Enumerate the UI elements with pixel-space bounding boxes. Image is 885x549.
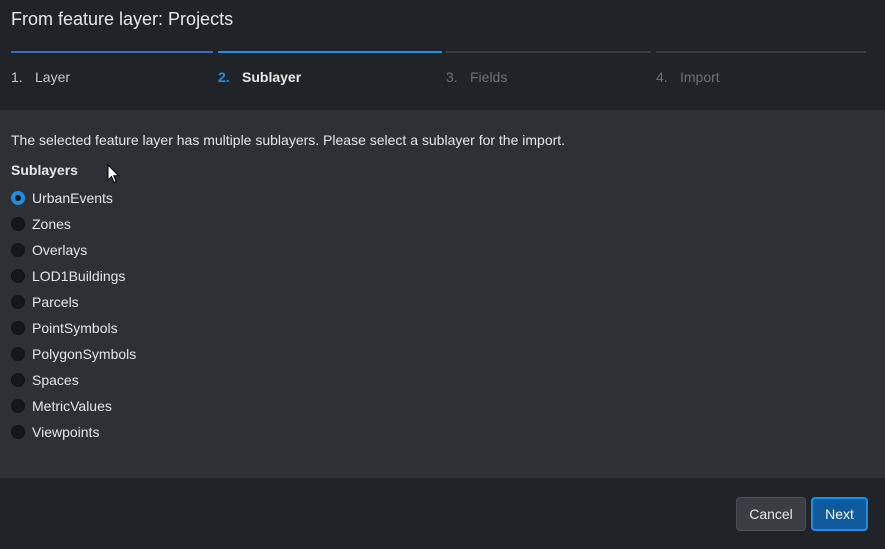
radio-label[interactable]: LOD1Buildings xyxy=(32,268,125,284)
radio-button[interactable] xyxy=(11,347,25,361)
step-progress-bar xyxy=(446,51,651,53)
step-import: 4. Import xyxy=(656,51,866,91)
radio-button[interactable] xyxy=(11,269,25,283)
step-label: Sublayer xyxy=(242,69,302,85)
step-number: 3. xyxy=(446,69,458,85)
radio-label[interactable]: Viewpoints xyxy=(32,424,99,440)
step-number: 4. xyxy=(656,69,668,85)
step-sublayer[interactable]: 2. Sublayer xyxy=(218,51,442,91)
radio-button[interactable] xyxy=(11,243,25,257)
radio-urbanevents[interactable]: UrbanEvents xyxy=(11,185,411,211)
dialog-content: The selected feature layer has multiple … xyxy=(0,110,885,478)
radio-label[interactable]: UrbanEvents xyxy=(32,190,113,206)
step-label: Import xyxy=(680,69,720,85)
step-label: Layer xyxy=(35,69,71,85)
step-number: 1. xyxy=(11,69,23,85)
radio-spaces[interactable]: Spaces xyxy=(11,367,411,393)
radio-label[interactable]: PointSymbols xyxy=(32,320,118,336)
radio-zones[interactable]: Zones xyxy=(11,211,411,237)
radio-label[interactable]: Parcels xyxy=(32,294,79,310)
radio-label[interactable]: Overlays xyxy=(32,242,87,258)
cancel-button[interactable]: Cancel xyxy=(736,497,806,531)
mouse-pointer-icon xyxy=(107,164,120,184)
radio-parcels[interactable]: Parcels xyxy=(11,289,411,315)
step-number: 2. xyxy=(218,69,230,85)
radio-button[interactable] xyxy=(11,295,25,309)
radio-overlays[interactable]: Overlays xyxy=(11,237,411,263)
radio-label[interactable]: MetricValues xyxy=(32,398,112,414)
radio-metricvalues[interactable]: MetricValues xyxy=(11,393,411,419)
radio-label[interactable]: Zones xyxy=(32,216,71,232)
step-progress-bar xyxy=(218,51,442,53)
radio-button[interactable] xyxy=(11,191,25,205)
radio-button[interactable] xyxy=(11,399,25,413)
radio-button[interactable] xyxy=(11,425,25,439)
step-progress-bar xyxy=(656,51,866,53)
radio-label[interactable]: Spaces xyxy=(32,372,79,388)
step-label: Fields xyxy=(470,69,508,85)
import-dialog: From feature layer: Projects 1. Layer 2.… xyxy=(0,0,885,549)
dialog-title: From feature layer: Projects xyxy=(11,9,234,29)
radio-button[interactable] xyxy=(11,373,25,387)
next-button[interactable]: Next xyxy=(811,497,868,531)
stepper: 1. Layer 2. Sublayer 3. Fields 4. Import xyxy=(11,51,866,91)
radio-label[interactable]: PolygonSymbols xyxy=(32,346,136,362)
radio-lod1buildings[interactable]: LOD1Buildings xyxy=(11,263,411,289)
dialog-header: From feature layer: Projects 1. Layer 2.… xyxy=(0,0,885,110)
radio-button[interactable] xyxy=(11,321,25,335)
sublayer-radio-group: UrbanEvents Zones Overlays LOD1Buildings… xyxy=(11,185,411,445)
step-fields: 3. Fields xyxy=(446,51,651,91)
radio-button[interactable] xyxy=(11,217,25,231)
radio-pointsymbols[interactable]: PointSymbols xyxy=(11,315,411,341)
instruction-text: The selected feature layer has multiple … xyxy=(11,132,566,148)
step-progress-bar xyxy=(11,51,213,53)
step-layer[interactable]: 1. Layer xyxy=(11,51,213,91)
sublayers-group-label: Sublayers xyxy=(11,162,78,178)
dialog-footer: Cancel Next xyxy=(0,478,885,549)
radio-viewpoints[interactable]: Viewpoints xyxy=(11,419,411,445)
radio-polygonsymbols[interactable]: PolygonSymbols xyxy=(11,341,411,367)
